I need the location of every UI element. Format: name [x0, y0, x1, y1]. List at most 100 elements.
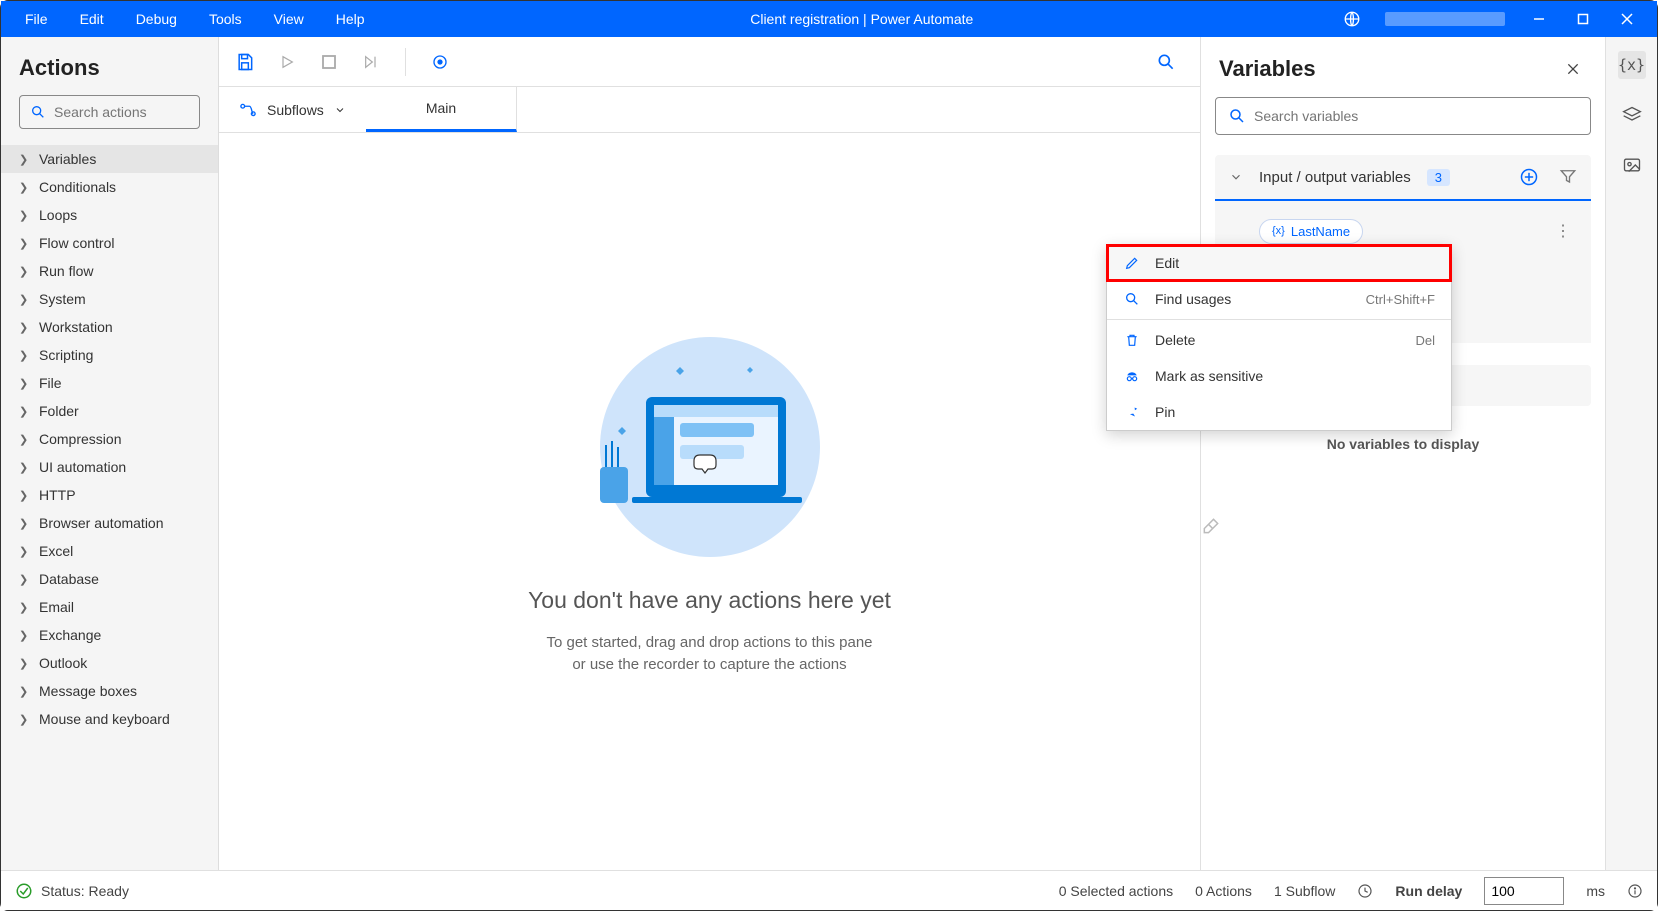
- status-actions-count: 0 Actions: [1195, 883, 1252, 899]
- action-category-database[interactable]: ❯Database: [1, 565, 218, 593]
- action-category-message-boxes[interactable]: ❯Message boxes: [1, 677, 218, 705]
- action-category-workstation[interactable]: ❯Workstation: [1, 313, 218, 341]
- menu-tools[interactable]: Tools: [193, 1, 258, 37]
- stop-button[interactable]: [317, 50, 341, 74]
- action-category-label: Loops: [39, 207, 77, 223]
- action-category-label: Run flow: [39, 263, 93, 279]
- action-category-compression[interactable]: ❯Compression: [1, 425, 218, 453]
- eraser-icon[interactable]: [1201, 502, 1605, 536]
- action-category-outlook[interactable]: ❯Outlook: [1, 649, 218, 677]
- search-icon: [1228, 107, 1246, 125]
- ctx-find-label: Find usages: [1155, 291, 1231, 307]
- ctx-pin[interactable]: Pin: [1107, 394, 1451, 430]
- action-category-mouse-and-keyboard[interactable]: ❯Mouse and keyboard: [1, 705, 218, 733]
- action-category-ui-automation[interactable]: ❯UI automation: [1, 453, 218, 481]
- chevron-right-icon: ❯: [19, 321, 29, 334]
- record-button[interactable]: [428, 50, 452, 74]
- ctx-delete-shortcut: Del: [1415, 333, 1435, 348]
- filter-icon[interactable]: [1559, 167, 1577, 187]
- minimize-button[interactable]: [1529, 9, 1549, 29]
- save-button[interactable]: [233, 50, 257, 74]
- action-category-flow-control[interactable]: ❯Flow control: [1, 229, 218, 257]
- action-category-label: Browser automation: [39, 515, 164, 531]
- chevron-down-icon[interactable]: [1229, 170, 1243, 184]
- actions-search-input[interactable]: [54, 104, 235, 120]
- tab-main[interactable]: Main: [366, 87, 517, 132]
- action-category-label: Compression: [39, 431, 121, 447]
- ctx-edit[interactable]: Edit: [1107, 245, 1451, 281]
- empty-subtitle: To get started, drag and drop actions to…: [546, 632, 872, 677]
- actions-search[interactable]: [19, 95, 200, 129]
- action-category-conditionals[interactable]: ❯Conditionals: [1, 173, 218, 201]
- actions-panel: Actions ❯Variables❯Conditionals❯Loops❯Fl…: [1, 37, 219, 870]
- rail-layers-button[interactable]: [1618, 101, 1646, 129]
- add-variable-button[interactable]: [1519, 167, 1539, 187]
- status-text: Status: Ready: [41, 883, 129, 899]
- action-category-scripting[interactable]: ❯Scripting: [1, 341, 218, 369]
- search-icon: [1123, 291, 1141, 307]
- subflows-dropdown[interactable]: Subflows: [219, 87, 366, 132]
- variables-search[interactable]: [1215, 97, 1591, 135]
- run-button[interactable]: [275, 50, 299, 74]
- action-category-label: Message boxes: [39, 683, 137, 699]
- chevron-right-icon: ❯: [19, 657, 29, 670]
- variables-search-input[interactable]: [1254, 108, 1578, 124]
- run-delay-input[interactable]: [1484, 877, 1564, 905]
- account-label: [1385, 12, 1505, 26]
- menu-edit[interactable]: Edit: [64, 1, 120, 37]
- ctx-mark-sensitive[interactable]: Mark as sensitive: [1107, 358, 1451, 394]
- globe-icon: [1343, 10, 1361, 28]
- action-category-label: Database: [39, 571, 99, 587]
- action-category-email[interactable]: ❯Email: [1, 593, 218, 621]
- variables-panel: Variables Input / output variables 3 {x}…: [1200, 37, 1605, 870]
- toolbar: [219, 37, 1200, 87]
- action-category-browser-automation[interactable]: ❯Browser automation: [1, 509, 218, 537]
- action-category-label: Mouse and keyboard: [39, 711, 170, 727]
- action-category-excel[interactable]: ❯Excel: [1, 537, 218, 565]
- subflows-label: Subflows: [267, 102, 324, 118]
- action-category-label: Folder: [39, 403, 79, 419]
- action-category-exchange[interactable]: ❯Exchange: [1, 621, 218, 649]
- menu-file[interactable]: File: [9, 1, 64, 37]
- actions-header: Actions: [1, 37, 218, 95]
- action-category-file[interactable]: ❯File: [1, 369, 218, 397]
- action-category-variables[interactable]: ❯Variables: [1, 145, 218, 173]
- menu-bar: File Edit Debug Tools View Help: [9, 1, 381, 37]
- variable-icon: {x}: [1272, 225, 1285, 237]
- variable-more-button[interactable]: ⋮: [1549, 217, 1577, 245]
- io-section-title: Input / output variables: [1259, 169, 1411, 186]
- menu-debug[interactable]: Debug: [120, 1, 193, 37]
- menu-view[interactable]: View: [258, 1, 320, 37]
- ctx-find-usages[interactable]: Find usages Ctrl+Shift+F: [1107, 281, 1451, 317]
- chevron-right-icon: ❯: [19, 181, 29, 194]
- rail-images-button[interactable]: [1618, 151, 1646, 179]
- action-category-system[interactable]: ❯System: [1, 285, 218, 313]
- ctx-sensitive-label: Mark as sensitive: [1155, 368, 1263, 384]
- action-category-run-flow[interactable]: ❯Run flow: [1, 257, 218, 285]
- designer-search-button[interactable]: [1146, 42, 1186, 82]
- action-category-label: Scripting: [39, 347, 93, 363]
- action-category-http[interactable]: ❯HTTP: [1, 481, 218, 509]
- close-button[interactable]: [1617, 9, 1637, 29]
- status-selected-actions: 0 Selected actions: [1059, 883, 1173, 899]
- pin-icon: [1123, 404, 1141, 420]
- maximize-button[interactable]: [1573, 9, 1593, 29]
- variables-close-button[interactable]: [1559, 55, 1587, 83]
- step-button[interactable]: [359, 50, 383, 74]
- action-category-loops[interactable]: ❯Loops: [1, 201, 218, 229]
- rail-variables-button[interactable]: {x}: [1618, 51, 1646, 79]
- chevron-down-icon: [334, 104, 346, 116]
- variable-name: LastName: [1291, 224, 1350, 239]
- action-category-folder[interactable]: ❯Folder: [1, 397, 218, 425]
- info-icon[interactable]: [1627, 883, 1643, 899]
- action-category-label: System: [39, 291, 86, 307]
- menu-help[interactable]: Help: [320, 1, 381, 37]
- ms-label: ms: [1586, 883, 1605, 899]
- variable-pill[interactable]: {x} LastName: [1259, 219, 1363, 244]
- chevron-right-icon: ❯: [19, 601, 29, 614]
- subflow-icon: [239, 101, 257, 119]
- ctx-delete[interactable]: Delete Del: [1107, 322, 1451, 358]
- chevron-right-icon: ❯: [19, 377, 29, 390]
- io-count-badge: 3: [1427, 169, 1450, 186]
- action-category-label: Excel: [39, 543, 73, 559]
